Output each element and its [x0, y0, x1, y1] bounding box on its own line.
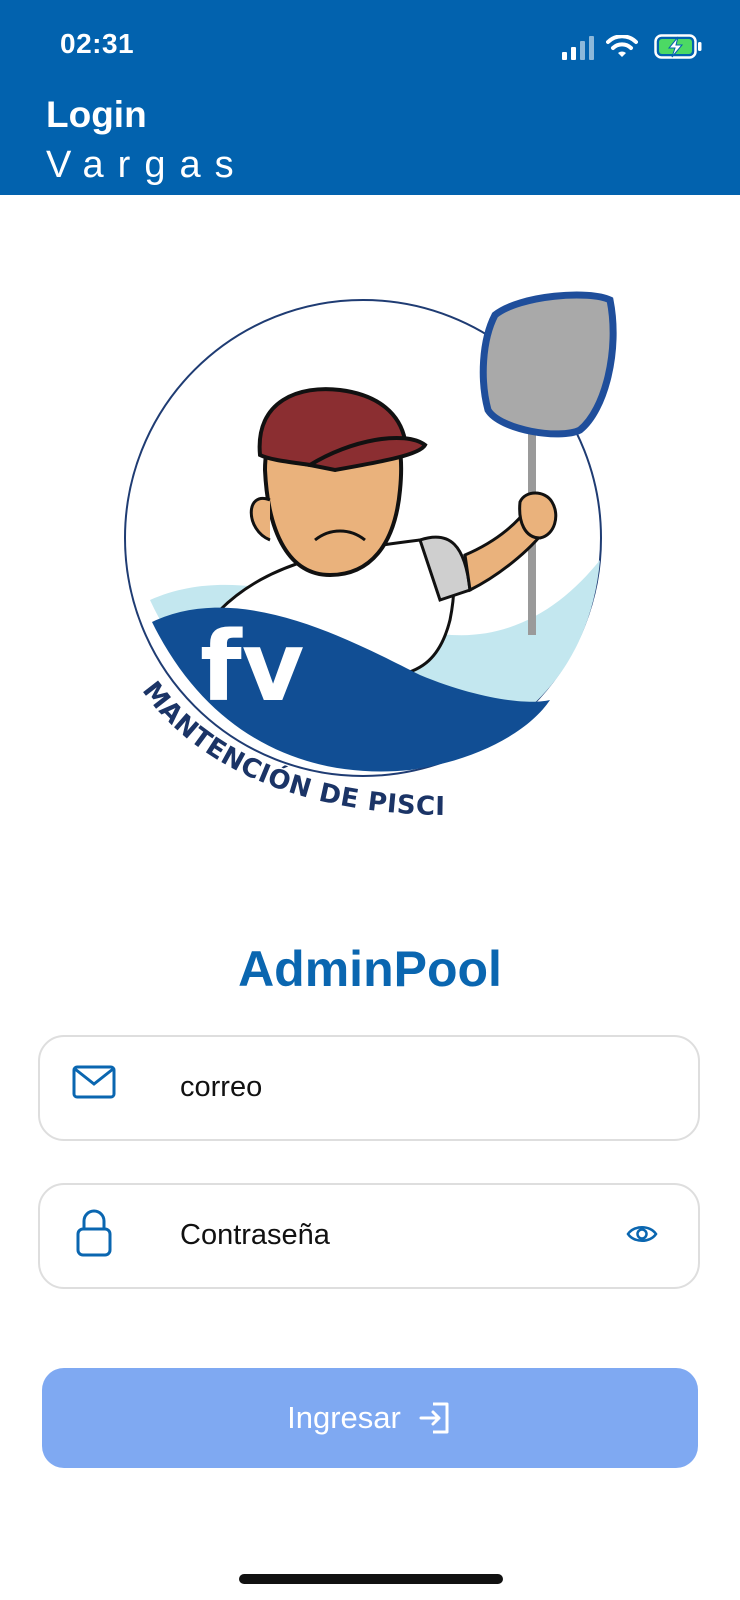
app-name: AdminPool — [238, 941, 502, 997]
company-logo: fv MANTENCIÓN DE PISCINAS — [109, 267, 620, 850]
app-header: 02:31 Login Vargas — [0, 0, 740, 195]
mail-icon — [72, 1065, 116, 1099]
header-title: Login — [46, 94, 147, 135]
header-subtitle: Vargas — [46, 144, 248, 186]
login-button-label: Ingresar — [287, 1400, 401, 1435]
login-button[interactable]: Ingresar — [42, 1368, 698, 1468]
password-field[interactable]: Contraseña — [38, 1183, 700, 1289]
login-arrow-icon — [419, 1402, 449, 1434]
eye-icon[interactable] — [626, 1223, 658, 1245]
battery-charging-icon — [654, 34, 702, 59]
email-field[interactable]: correo — [38, 1035, 700, 1141]
logo-monogram: fv — [200, 611, 304, 723]
wifi-icon — [606, 35, 638, 57]
email-input[interactable]: correo — [180, 1071, 262, 1104]
home-indicator[interactable] — [239, 1574, 503, 1584]
signal-icon — [562, 36, 594, 60]
lock-icon — [76, 1209, 112, 1257]
status-time: 02:31 — [60, 28, 135, 59]
password-input[interactable]: Contraseña — [180, 1219, 330, 1252]
